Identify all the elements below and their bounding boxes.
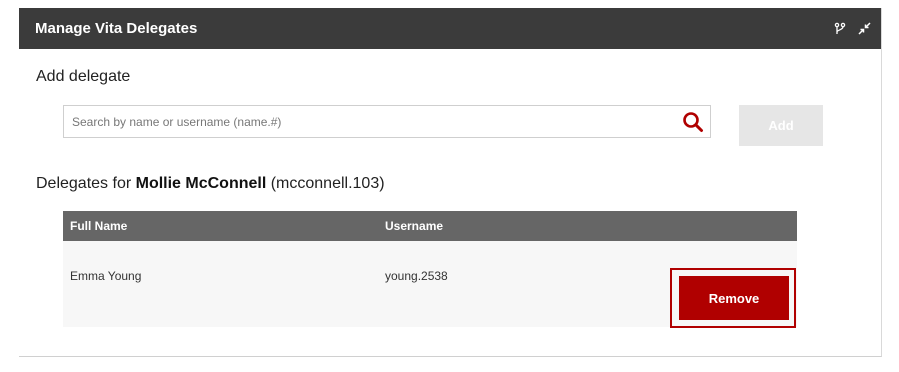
panel-title: Manage Vita Delegates [35, 20, 198, 37]
table-row: Emma Young young.2538 Remove [63, 241, 797, 328]
column-header-username: Username [385, 219, 444, 233]
owner-username: (mcconnell.103) [266, 175, 385, 192]
delegates-table: Full Name Username Emma Young young.2538… [63, 211, 797, 328]
remove-delegate-button[interactable]: Remove [679, 276, 789, 320]
owner-name: Mollie McConnell [135, 175, 267, 192]
add-delegate-button[interactable]: Add [739, 105, 823, 146]
search-button[interactable] [676, 106, 710, 137]
panel-header: Manage Vita Delegates [19, 8, 881, 49]
delegate-search-box [63, 105, 711, 138]
search-icon [683, 111, 703, 132]
table-header-row: Full Name Username [63, 211, 797, 241]
delegates-prefix: Delegates for [36, 175, 136, 192]
header-icons [833, 22, 871, 36]
column-header-full-name: Full Name [70, 219, 128, 233]
branch-icon[interactable] [833, 22, 847, 36]
delegate-full-name: Emma Young [70, 269, 142, 283]
delegate-username: young.2538 [385, 269, 448, 283]
delegates-for-heading: Delegates for Mollie McConnell (mcconnel… [36, 175, 385, 193]
collapse-icon[interactable] [857, 22, 871, 36]
manage-delegates-panel: Manage Vita Delegates Add delegate Searc… [19, 8, 882, 357]
add-delegate-heading: Add delegate [36, 68, 131, 85]
delegate-search-input[interactable] [64, 113, 676, 130]
